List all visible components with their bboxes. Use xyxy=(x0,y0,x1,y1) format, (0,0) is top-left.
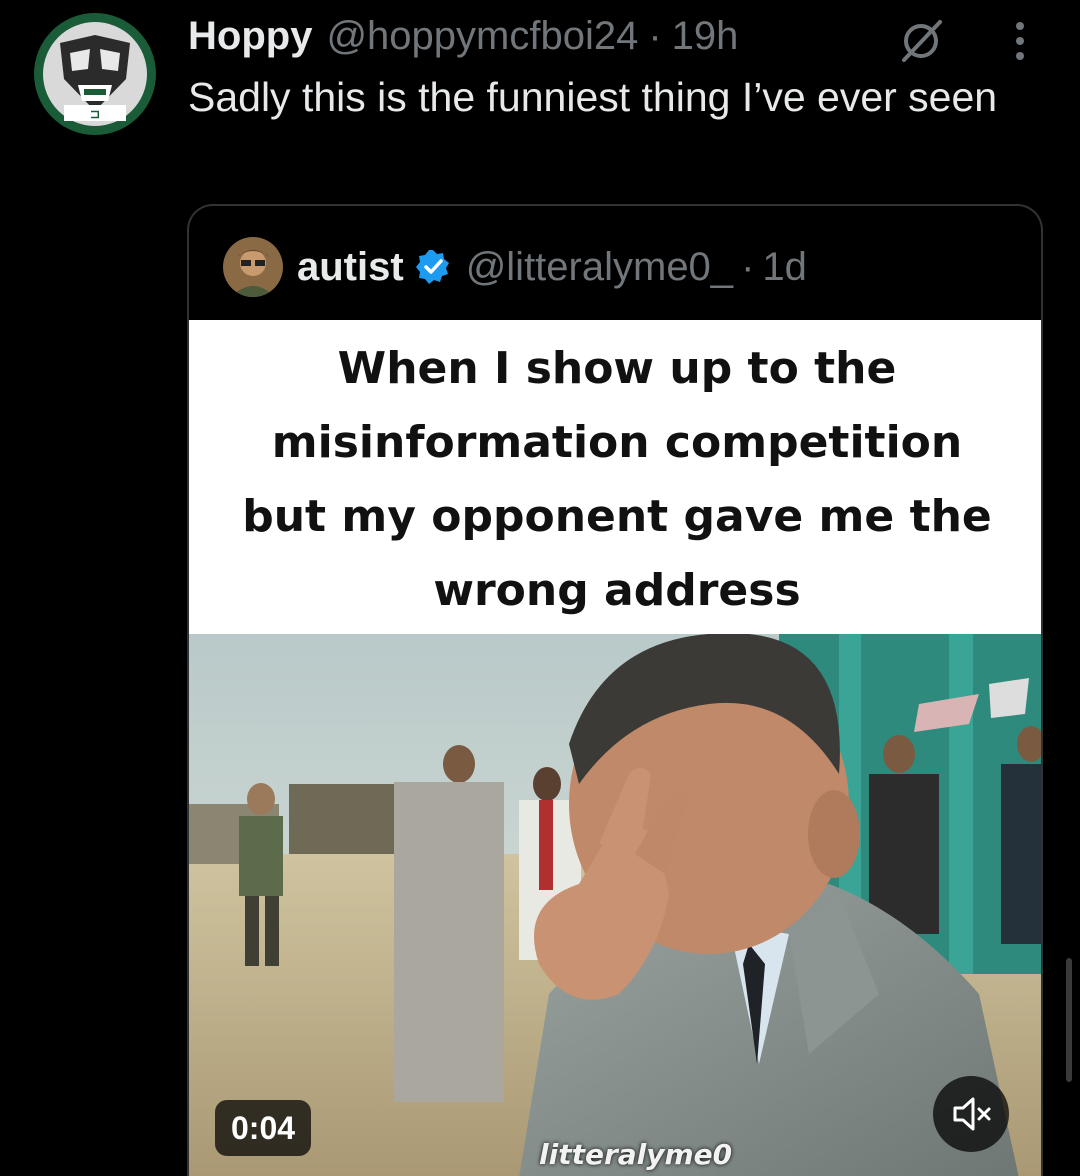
author-avatar[interactable]: ⊐ xyxy=(34,13,156,135)
author-name[interactable]: Hoppy xyxy=(188,14,312,59)
quoted-avatar[interactable] xyxy=(223,237,283,297)
video-frame xyxy=(189,634,1041,1176)
quoted-author-name[interactable]: autist xyxy=(297,245,404,290)
author-handle[interactable]: @hoppymcfboi24 xyxy=(326,14,638,59)
video-duration: 0:04 xyxy=(215,1100,312,1156)
quoted-post[interactable]: autist @litteralyme0_ · 1d When I show u… xyxy=(187,204,1043,1176)
video-player[interactable]: When I show up to the misinformation com… xyxy=(189,320,1041,1176)
meme-caption: When I show up to the misinformation com… xyxy=(242,343,992,616)
post-text: Sadly this is the funniest thing I’ve ev… xyxy=(188,74,998,120)
quoted-header: autist @litteralyme0_ · 1d xyxy=(223,236,807,298)
more-icon[interactable] xyxy=(1002,18,1038,64)
video-watermark: litteralyme0 xyxy=(539,1138,733,1171)
separator-dot: · xyxy=(648,13,662,58)
separator-dot: · xyxy=(741,244,755,289)
post-time[interactable]: 19h xyxy=(672,14,739,59)
meme-caption-box: When I show up to the misinformation com… xyxy=(189,320,1041,634)
quoted-author-handle[interactable]: @litteralyme0_ xyxy=(466,245,733,290)
mute-button[interactable] xyxy=(933,1076,1009,1152)
grok-icon[interactable] xyxy=(896,16,946,66)
quoted-post-time[interactable]: 1d xyxy=(762,245,807,290)
mute-icon xyxy=(953,1097,991,1131)
svg-text:⊐: ⊐ xyxy=(90,107,100,121)
scrollbar[interactable] xyxy=(1066,958,1072,1082)
post-header: Hoppy @hoppymcfboi24 · 19h xyxy=(188,10,738,62)
verified-icon xyxy=(415,250,449,284)
